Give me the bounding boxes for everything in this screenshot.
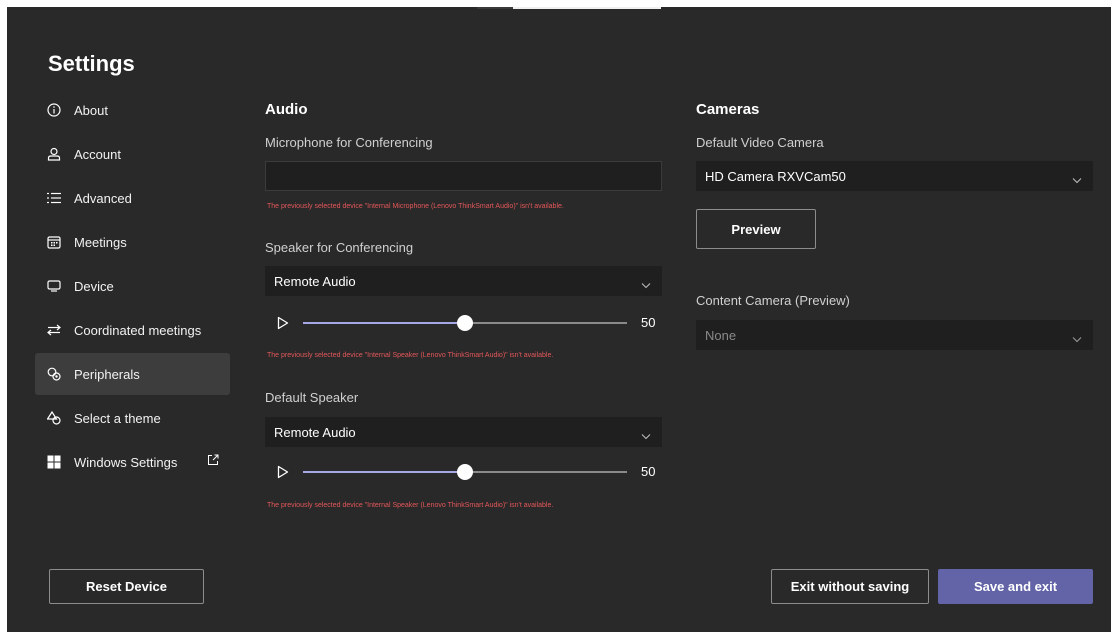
default-speaker-volume-slider[interactable]: [303, 464, 627, 480]
sidebar-item-device[interactable]: Device: [35, 265, 230, 307]
reset-device-button[interactable]: Reset Device: [49, 569, 204, 604]
preview-button[interactable]: Preview: [696, 209, 816, 249]
speaker-value: Remote Audio: [274, 273, 356, 289]
speaker-volume-slider[interactable]: [303, 315, 627, 331]
settings-sidebar: About Account Advanced Meetings Device C…: [35, 89, 230, 485]
play-test-sound-icon[interactable]: [277, 465, 289, 484]
speaker-select[interactable]: Remote Audio: [265, 266, 662, 296]
shapes-icon: [45, 409, 63, 427]
default-speaker-volume-row: 50: [277, 462, 667, 482]
speaker-volume-value: 50: [641, 315, 656, 330]
sidebar-item-label: Select a theme: [74, 410, 161, 426]
person-icon: [45, 145, 63, 163]
chevron-down-icon: [1072, 331, 1082, 346]
content-camera-value: None: [705, 327, 737, 343]
default-camera-value: HD Camera RXVCam50: [705, 168, 846, 184]
default-speaker-volume-thumb[interactable]: [457, 464, 473, 480]
default-speaker-volume-value: 50: [641, 464, 656, 479]
peripherals-icon: [45, 365, 63, 383]
content-camera-label: Content Camera (Preview): [696, 293, 850, 308]
sidebar-item-label: Meetings: [74, 234, 127, 250]
default-speaker-volume-fill: [303, 471, 465, 473]
info-icon: [45, 101, 63, 119]
top-divider: [513, 7, 661, 9]
swap-arrows-icon: [45, 321, 63, 339]
cameras-section-title: Cameras: [696, 101, 760, 118]
page-title: Settings: [48, 51, 135, 76]
sidebar-item-account[interactable]: Account: [35, 133, 230, 175]
microphone-error: The previously selected device "Internal…: [267, 203, 564, 210]
sidebar-item-label: Device: [74, 278, 114, 294]
play-test-sound-icon[interactable]: [277, 316, 289, 335]
calendar-icon: [45, 233, 63, 251]
windows-logo-icon: [45, 453, 63, 471]
content-camera-select[interactable]: None: [696, 320, 1093, 350]
audio-section-title: Audio: [265, 101, 308, 118]
chevron-down-icon: [641, 277, 651, 292]
sidebar-item-label: Peripherals: [74, 366, 140, 382]
save-and-exit-button[interactable]: Save and exit: [938, 569, 1093, 604]
sidebar-item-advanced[interactable]: Advanced: [35, 177, 230, 219]
top-divider-accent: [477, 7, 513, 9]
default-camera-select[interactable]: HD Camera RXVCam50: [696, 161, 1093, 191]
speaker-volume-row: 50: [277, 313, 667, 333]
speaker-label: Speaker for Conferencing: [265, 240, 414, 255]
default-speaker-value: Remote Audio: [274, 424, 356, 440]
sidebar-item-peripherals[interactable]: Peripherals: [35, 353, 230, 395]
sidebar-item-select-theme[interactable]: Select a theme: [35, 397, 230, 439]
sidebar-item-label: Windows Settings: [74, 454, 178, 470]
sidebar-item-coordinated-meetings[interactable]: Coordinated meetings: [35, 309, 230, 351]
chevron-down-icon: [641, 428, 651, 443]
chevron-down-icon: [1072, 172, 1082, 187]
settings-window: Settings About Account Advanced Meetings: [7, 7, 1111, 632]
default-speaker-label: Default Speaker: [265, 390, 359, 405]
sidebar-item-label: Advanced: [74, 190, 132, 206]
sidebar-item-about[interactable]: About: [35, 89, 230, 131]
speaker-error: The previously selected device "Internal…: [267, 352, 554, 359]
default-speaker-select[interactable]: Remote Audio: [265, 417, 662, 447]
sidebar-item-label: Coordinated meetings: [74, 322, 202, 338]
microphone-select[interactable]: [265, 161, 662, 191]
open-external-icon: [207, 454, 219, 469]
default-camera-label: Default Video Camera: [696, 135, 824, 150]
exit-without-saving-button[interactable]: Exit without saving: [771, 569, 929, 604]
sidebar-item-windows-settings[interactable]: Windows Settings: [35, 441, 230, 483]
monitor-icon: [45, 277, 63, 295]
sidebar-item-meetings[interactable]: Meetings: [35, 221, 230, 263]
sidebar-item-label: About: [74, 102, 108, 118]
speaker-volume-thumb[interactable]: [457, 315, 473, 331]
list-icon: [45, 189, 63, 207]
default-speaker-error: The previously selected device "Internal…: [267, 502, 554, 509]
microphone-label: Microphone for Conferencing: [265, 135, 433, 150]
sidebar-item-label: Account: [74, 146, 121, 162]
speaker-volume-fill: [303, 322, 465, 324]
